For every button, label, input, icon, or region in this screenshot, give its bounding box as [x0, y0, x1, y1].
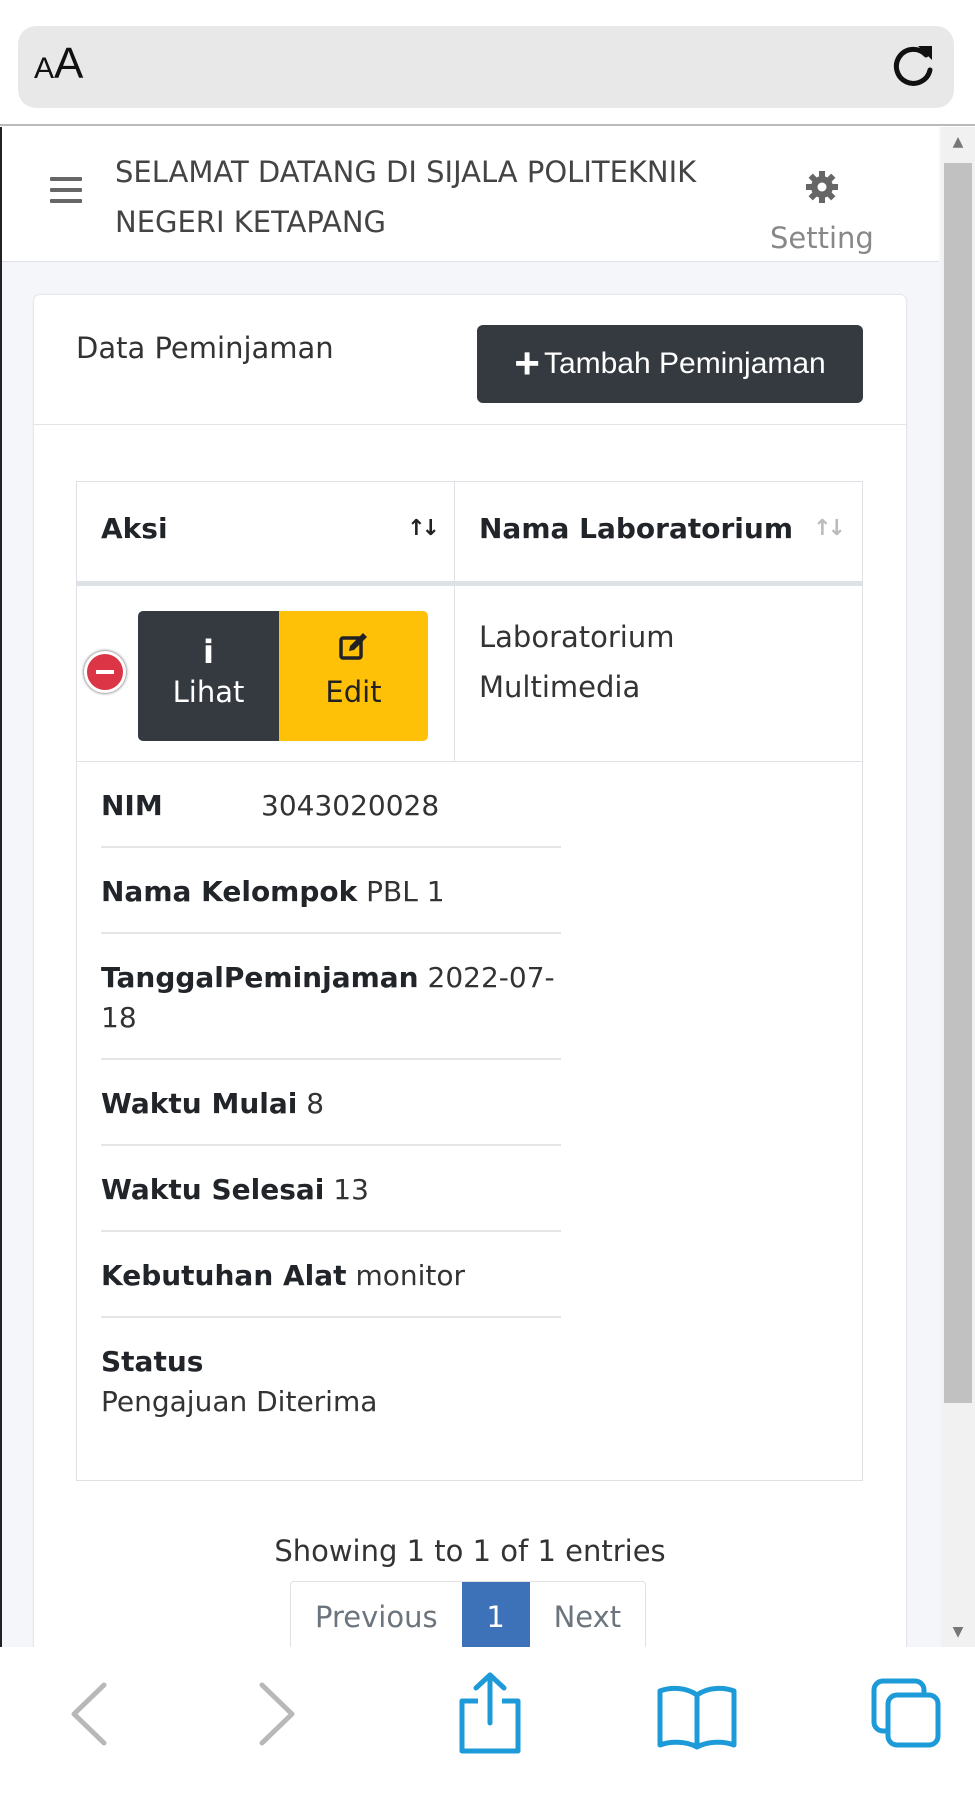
next-page-button[interactable]: Next [529, 1582, 646, 1647]
window-edge [0, 127, 2, 1647]
edit-icon [279, 629, 428, 675]
card-header: Data Peminjaman + Tambah Peminjaman [34, 295, 906, 425]
cell-nama-laboratorium: Laboratorium Multimedia [479, 620, 675, 704]
scroll-down-arrow-icon[interactable]: ▼ [941, 1617, 975, 1647]
table-row: i Lihat Edit Laboratorium Multimedia [77, 586, 862, 762]
setting-label: Setting [770, 221, 874, 255]
peminjaman-card: Data Peminjaman + Tambah Peminjaman Aksi… [34, 295, 906, 1647]
info-icon: i [203, 633, 214, 671]
browser-bottom-toolbar [0, 1647, 975, 1793]
scroll-up-arrow-icon[interactable]: ▲ [941, 127, 975, 157]
detail-waktu-selesai: Waktu Selesai 13 [101, 1146, 561, 1232]
hamburger-menu-icon[interactable] [50, 177, 82, 203]
cell-aksi: i Lihat Edit [77, 586, 455, 762]
sort-icon: ↑↓ [407, 516, 440, 541]
row-details: NIM 3043020028 Nama Kelompok PBL 1 Tangga… [101, 762, 561, 1442]
address-bar[interactable]: AA [18, 26, 954, 108]
detail-kebutuhan-alat: Kebutuhan Alat monitor [101, 1232, 561, 1318]
peminjaman-table: Aksi ↑↓ Nama Laboratorium ↑↓ i Lihat Edi… [76, 481, 863, 1481]
detail-waktu-mulai: Waktu Mulai 8 [101, 1060, 561, 1146]
share-icon[interactable] [456, 1671, 524, 1755]
sort-icon: ↑↓ [813, 516, 846, 541]
detail-nim: NIM 3043020028 [101, 762, 561, 848]
bookmarks-icon[interactable] [656, 1683, 738, 1751]
add-peminjaman-button[interactable]: + Tambah Peminjaman [477, 325, 863, 403]
detail-status: Status Pengajuan Diterima [101, 1345, 378, 1418]
detail-nama-kelompok: Nama Kelompok PBL 1 [101, 848, 561, 934]
table-info: Showing 1 to 1 of 1 entries [274, 1534, 666, 1568]
page-1-button[interactable]: 1 [461, 1582, 530, 1647]
lihat-label: Lihat [172, 675, 245, 709]
add-button-label: Tambah Peminjaman [543, 347, 826, 380]
vertical-scrollbar[interactable]: ▲ ▼ [941, 127, 975, 1647]
setting-link[interactable]: Setting [770, 169, 902, 255]
plus-icon: + [514, 339, 540, 388]
column-header-nama-laboratorium[interactable]: Nama Laboratorium ↑↓ [455, 482, 862, 586]
card-title: Data Peminjaman [76, 331, 334, 365]
edit-button[interactable]: Edit [279, 611, 428, 741]
back-icon[interactable] [66, 1679, 110, 1749]
action-button-group: i Lihat Edit [138, 611, 428, 741]
forward-icon[interactable] [256, 1679, 300, 1749]
column-header-aksi[interactable]: Aksi ↑↓ [77, 482, 455, 586]
scroll-thumb[interactable] [944, 163, 972, 1403]
pagination: Previous 1 Next [290, 1581, 647, 1647]
browser-top-bar: AA [0, 0, 975, 126]
lihat-button[interactable]: i Lihat [138, 611, 279, 741]
previous-page-button[interactable]: Previous [291, 1582, 462, 1647]
detail-tanggal-peminjaman: TanggalPeminjaman 2022-07-18 [101, 934, 561, 1060]
edit-label: Edit [325, 675, 382, 709]
reload-icon[interactable] [886, 40, 940, 94]
top-navbar: SELAMAT DATANG DI SIJALA POLITEKNIK NEGE… [2, 127, 939, 262]
text-size-button[interactable]: AA [34, 42, 83, 86]
web-viewport: SELAMAT DATANG DI SIJALA POLITEKNIK NEGE… [0, 127, 975, 1647]
collapse-row-icon[interactable] [84, 651, 126, 693]
tabs-icon[interactable] [870, 1677, 942, 1749]
gear-icon [806, 171, 838, 203]
site-title: SELAMAT DATANG DI SIJALA POLITEKNIK NEGE… [115, 155, 697, 239]
